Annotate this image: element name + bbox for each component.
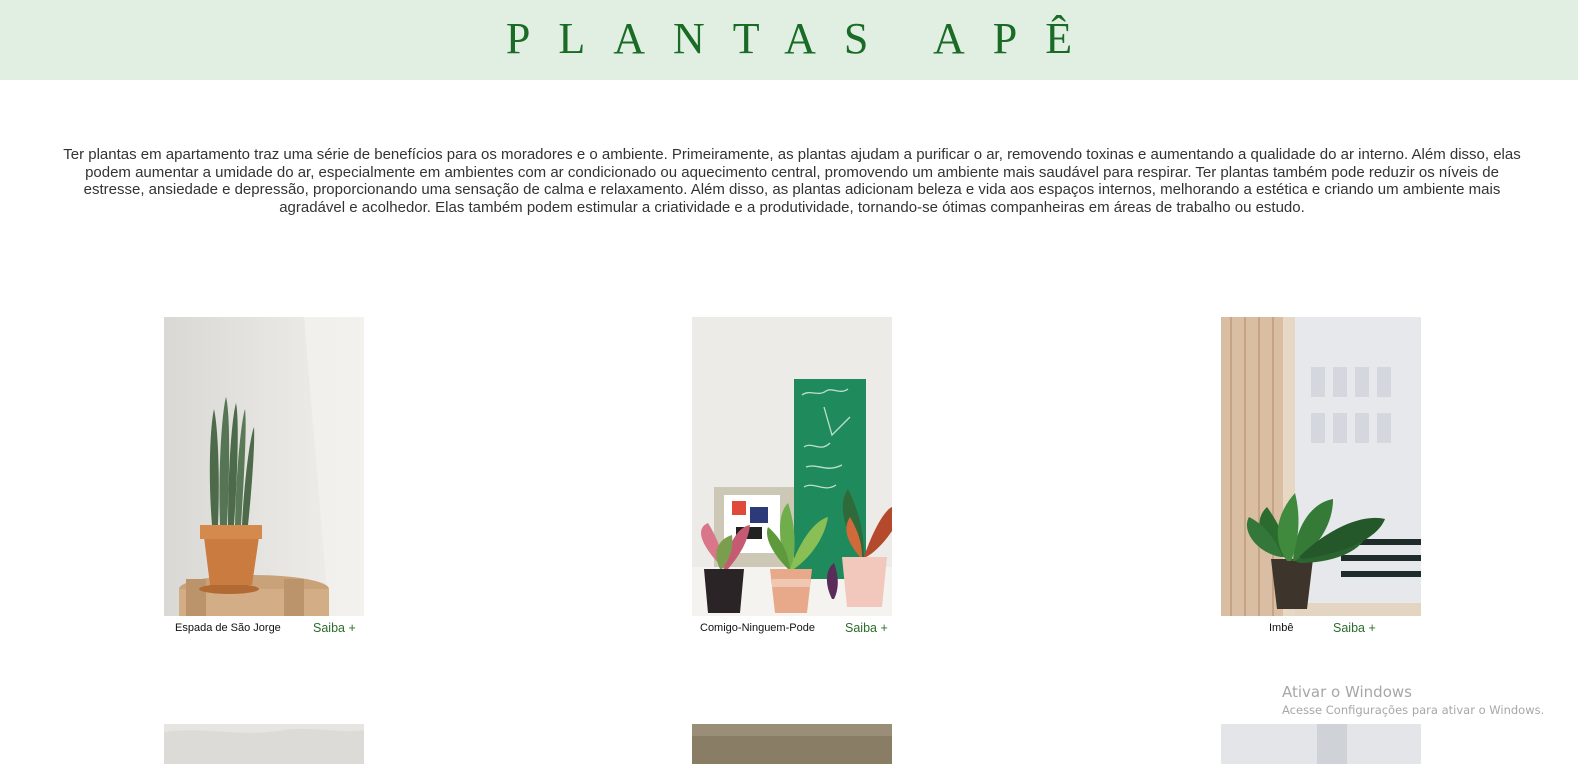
plant-caption: Espada de São Jorge Saiba + [164, 616, 364, 642]
saiba-mais-link[interactable]: Saiba + [845, 621, 888, 635]
plant-caption: Comigo-Ninguem-Pode Saiba + [692, 616, 892, 642]
watermark-title: Ativar o Windows [1282, 683, 1412, 701]
site-title: PLANTAS APÊ [505, 14, 1101, 63]
plant-photo-row2-1 [164, 724, 364, 764]
plant-card-row2-3[interactable] [1221, 724, 1421, 764]
intro-paragraph: Ter plantas em apartamento traz uma séri… [63, 146, 1521, 216]
plant-card-comigo: Comigo-Ninguem-Pode Saiba + [692, 317, 892, 642]
plant-card-row2-1[interactable] [164, 724, 364, 764]
site-header: PLANTAS APÊ [0, 0, 1578, 80]
plant-photo-row2-3 [1221, 724, 1421, 764]
saiba-mais-link[interactable]: Saiba + [313, 621, 356, 635]
plant-photo-espada-de-sao-jorge[interactable] [164, 317, 364, 616]
plant-photo-comigo-ninguem-pode[interactable] [692, 317, 892, 616]
saiba-mais-link[interactable]: Saiba + [1333, 621, 1376, 635]
plant-name: Imbê [1269, 622, 1294, 634]
plant-name: Comigo-Ninguem-Pode [700, 622, 815, 634]
plant-card-imbe: Imbê Saiba + [1221, 317, 1421, 642]
plant-caption: Imbê Saiba + [1221, 616, 1421, 642]
plant-photo-imbe[interactable] [1221, 317, 1421, 616]
plant-card-row2-2[interactable] [692, 724, 892, 764]
watermark-subtitle: Acesse Configurações para ativar o Windo… [1282, 703, 1545, 717]
plant-photo-row2-2 [692, 724, 892, 764]
plant-name: Espada de São Jorge [175, 622, 281, 634]
windows-activation-watermark: Ativar o Windows Acesse Configurações pa… [1282, 683, 1544, 718]
plant-card-espada: Espada de São Jorge Saiba + [164, 317, 364, 642]
